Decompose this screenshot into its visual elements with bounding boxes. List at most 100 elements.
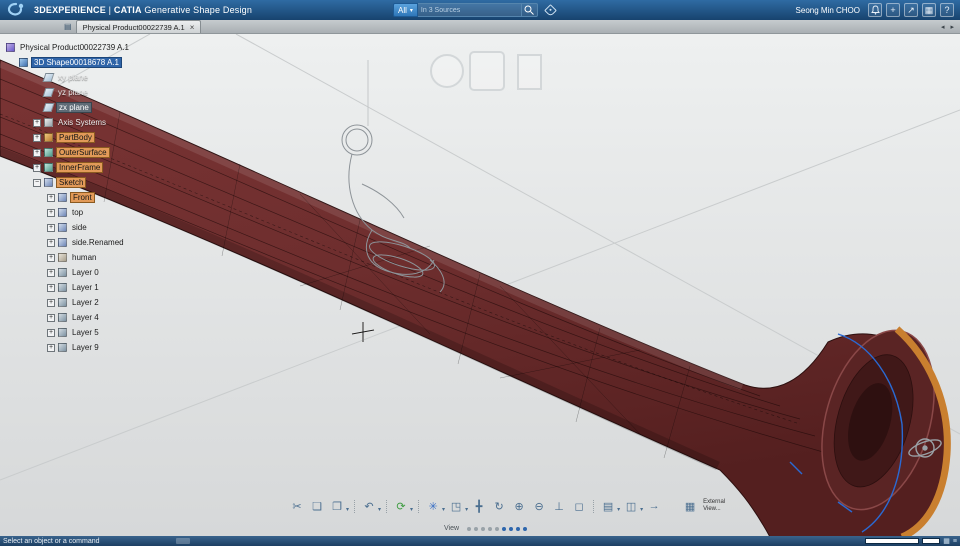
help-icon[interactable]: ? (940, 3, 954, 17)
status-grip[interactable] (175, 538, 190, 544)
tree-item-layer-9[interactable]: + Layer 9 (6, 340, 131, 355)
tree-item-sketch[interactable]: − Sketch (6, 175, 131, 190)
tree-item-root[interactable]: Physical Product00022739 A.1 (6, 40, 131, 55)
document-icon[interactable]: ▤ (64, 22, 72, 31)
apps-grid-icon[interactable]: ▦ (922, 3, 936, 17)
status-message: Select an object or a command (3, 537, 100, 545)
chevron-down-icon[interactable]: ▾ (346, 506, 349, 513)
axis-system-icon (44, 118, 53, 127)
expand-icon[interactable]: + (47, 343, 55, 352)
search-input[interactable] (417, 3, 522, 17)
paste-button[interactable]: ❐ (328, 497, 346, 515)
menu-icon[interactable]: ≡ (953, 538, 957, 545)
tab-scroll-arrows[interactable]: ◂ ▸ (941, 23, 956, 31)
document-tab-bar: ▤ Physical Product00022739 A.1 × ◂ ▸ (0, 20, 960, 34)
rotate-button[interactable]: ↻ (490, 497, 508, 515)
tree-item-front[interactable]: + Front (6, 190, 131, 205)
update-button[interactable]: ⟳ (392, 497, 410, 515)
3ds-logo[interactable] (4, 2, 28, 18)
external-view-button[interactable]: ▦ External View... (680, 497, 725, 515)
plane-icon (42, 73, 55, 82)
tree-item-label: Layer 5 (72, 328, 99, 337)
list-button[interactable]: ▤ (599, 497, 617, 515)
tree-item-zx-plane[interactable]: zx plane (6, 100, 131, 115)
expand-icon[interactable]: + (33, 148, 41, 157)
tree-item-side-renamed[interactable]: + side.Renamed (6, 235, 131, 250)
chevron-down-icon[interactable]: ▾ (465, 506, 468, 513)
expand-icon[interactable]: + (47, 328, 55, 337)
add-content-icon[interactable]: + (886, 3, 900, 17)
expand-icon[interactable]: + (47, 268, 55, 277)
tree-item-axis-systems[interactable]: + Axis Systems (6, 115, 131, 130)
expand-icon[interactable]: + (47, 298, 55, 307)
chevron-down-icon[interactable]: ▾ (442, 506, 445, 513)
search-filter-dropdown[interactable]: All ▾ (393, 3, 418, 17)
frame-button[interactable]: ✳ (424, 497, 442, 515)
chevron-down-icon[interactable]: ▾ (617, 506, 620, 513)
expand-icon[interactable]: + (47, 208, 55, 217)
tree-item-xy-plane[interactable]: xy plane (6, 70, 131, 85)
close-icon[interactable]: × (190, 23, 195, 32)
layer-icon (58, 298, 67, 307)
expand-icon[interactable]: + (47, 283, 55, 292)
tag-icon[interactable] (544, 3, 557, 17)
product-icon (6, 43, 15, 52)
tree-item-human[interactable]: + human (6, 250, 131, 265)
user-name[interactable]: Seong Min CHOO (796, 6, 860, 15)
status-input-field[interactable] (865, 538, 920, 544)
plane-icon (42, 103, 55, 112)
next-arrow-button[interactable]: → (645, 497, 663, 515)
normal-view-button[interactable]: ⊥ (550, 497, 568, 515)
app-label: CATIA (113, 5, 142, 15)
split-panes-button[interactable]: ◫ (622, 497, 640, 515)
chevron-down-icon[interactable]: ▾ (378, 506, 381, 513)
tree-item-3d-shape[interactable]: 3D Shape00018678 A.1 (6, 55, 131, 70)
zoom-out-button[interactable]: ⊖ (530, 497, 548, 515)
cube-view-button[interactable]: ◻ (570, 497, 588, 515)
tab-physical-product[interactable]: Physical Product00022739 A.1 × (75, 20, 202, 33)
pager-dots[interactable] (467, 526, 528, 531)
zoom-in-button[interactable]: ⊕ (510, 497, 528, 515)
specification-tree: Physical Product00022739 A.1 3D Shape000… (6, 40, 131, 355)
tree-item-layer-5[interactable]: + Layer 5 (6, 325, 131, 340)
tree-item-outersurface[interactable]: + OuterSurface (6, 145, 131, 160)
tree-item-layer-0[interactable]: + Layer 0 (6, 265, 131, 280)
iso-view-button[interactable]: ◳ (447, 497, 465, 515)
tree-item-partbody[interactable]: + PartBody (6, 130, 131, 145)
expand-icon[interactable]: + (47, 253, 55, 262)
tree-item-innerframe[interactable]: + InnerFrame (6, 160, 131, 175)
tree-item-label: xy plane (58, 73, 88, 82)
tree-item-layer-4[interactable]: + Layer 4 (6, 310, 131, 325)
cut-button[interactable]: ✂ (288, 497, 306, 515)
human-icon (58, 253, 67, 262)
expand-icon[interactable]: + (47, 223, 55, 232)
chevron-down-icon[interactable]: ▾ (640, 506, 643, 513)
status-right-group: ▦ ≡ (865, 537, 957, 545)
tree-item-label: side (72, 223, 87, 232)
expand-icon[interactable]: + (33, 133, 41, 142)
expand-icon[interactable]: + (33, 118, 41, 127)
grid-icon[interactable]: ▦ (943, 537, 950, 545)
tree-item-layer-1[interactable]: + Layer 1 (6, 280, 131, 295)
expand-icon[interactable]: + (47, 313, 55, 322)
shape-icon (19, 58, 28, 67)
undo-button[interactable]: ↶ (360, 497, 378, 515)
pan-button[interactable]: ╋ (470, 497, 488, 515)
tree-item-top[interactable]: + top (6, 205, 131, 220)
share-icon[interactable]: ↗ (904, 3, 918, 17)
viewport-3d[interactable] (0, 33, 960, 541)
tree-item-yz-plane[interactable]: yz plane (6, 85, 131, 100)
copy-button[interactable]: ❏ (308, 497, 326, 515)
expand-icon[interactable]: + (47, 193, 55, 202)
tree-item-label: Physical Product00022739 A.1 (20, 43, 129, 52)
expand-icon[interactable]: + (33, 163, 41, 172)
tree-item-side[interactable]: + side (6, 220, 131, 235)
search-icon[interactable] (521, 3, 538, 17)
expand-icon[interactable]: + (47, 238, 55, 247)
status-small-field[interactable] (922, 538, 941, 544)
chevron-down-icon[interactable]: ▾ (410, 506, 413, 513)
collapse-icon[interactable]: − (33, 178, 41, 187)
tree-item-layer-2[interactable]: + Layer 2 (6, 295, 131, 310)
notifications-bell-icon[interactable] (868, 3, 882, 17)
tree-item-label: human (72, 253, 97, 262)
